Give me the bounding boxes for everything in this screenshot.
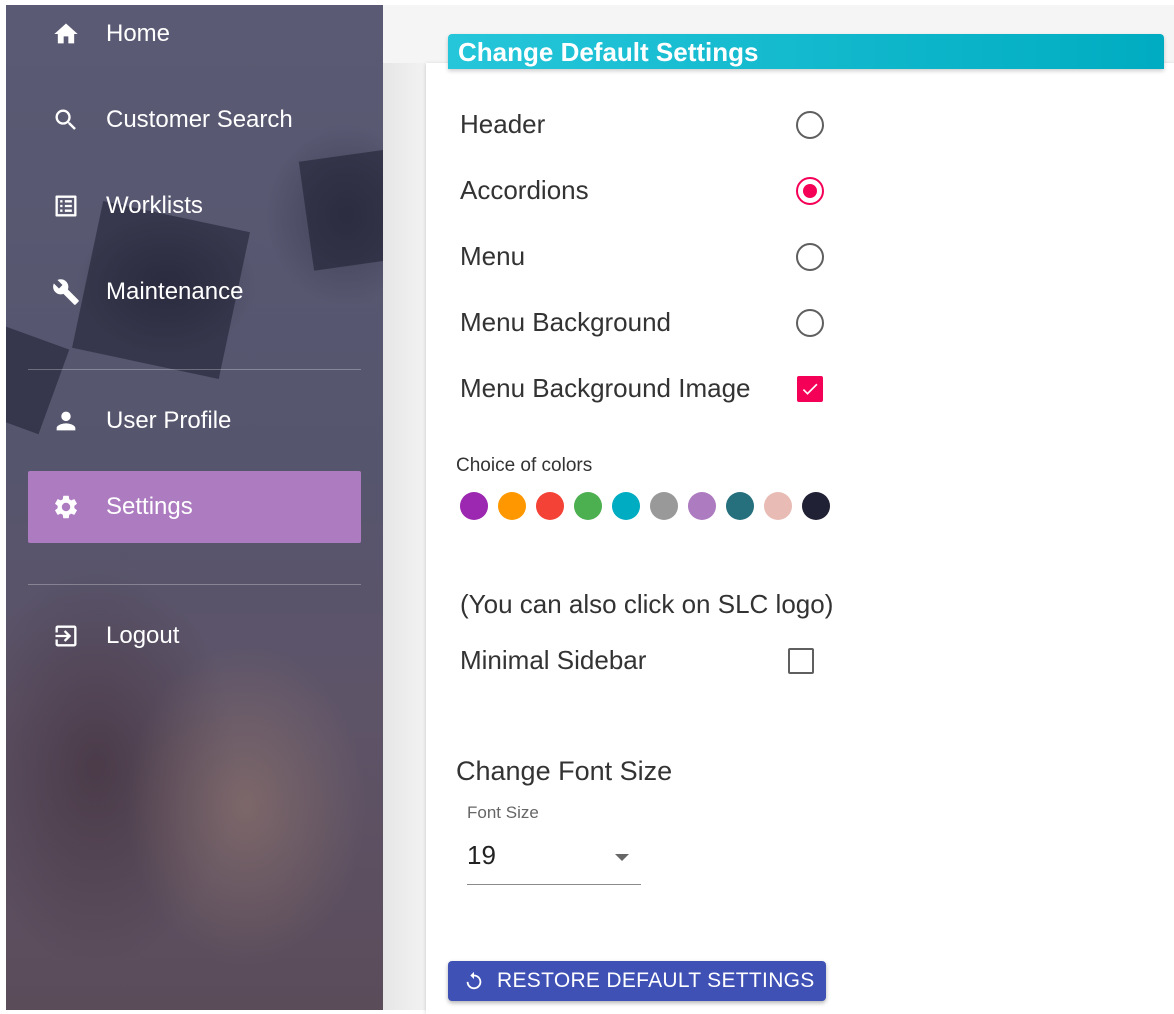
color-swatch[interactable] xyxy=(726,492,754,520)
list-icon xyxy=(28,192,104,220)
menu-background-image-checkbox[interactable] xyxy=(797,376,823,402)
sidebar: Home Customer Search Worklists Maintenan… xyxy=(6,5,383,1010)
home-icon xyxy=(28,20,104,48)
minimal-sidebar-label: Minimal Sidebar xyxy=(460,645,647,675)
option-label-menu-background: Menu Background xyxy=(460,307,672,337)
color-swatch[interactable] xyxy=(612,492,640,520)
minimal-sidebar-checkbox[interactable] xyxy=(788,648,814,674)
header-radio[interactable] xyxy=(796,111,824,139)
sidebar-item-label: Worklists xyxy=(106,192,203,219)
option-label-header: Header xyxy=(460,109,546,139)
sidebar-item-home[interactable]: Home xyxy=(28,5,361,70)
color-swatch[interactable] xyxy=(764,492,792,520)
check-icon xyxy=(802,383,818,395)
color-swatch[interactable] xyxy=(536,492,564,520)
search-icon xyxy=(28,106,104,134)
sidebar-item-settings[interactable]: Settings xyxy=(28,471,361,543)
main-gutter xyxy=(383,5,428,1010)
sidebar-item-logout[interactable]: Logout xyxy=(28,600,361,672)
font-size-section-title: Change Font Size xyxy=(456,756,673,786)
sidebar-item-label: Home xyxy=(106,20,171,47)
wrench-icon xyxy=(28,278,104,306)
color-swatches xyxy=(460,492,830,520)
menu-background-radio[interactable] xyxy=(796,309,824,337)
colors-label: Choice of colors xyxy=(456,455,593,476)
color-swatch[interactable] xyxy=(460,492,488,520)
dropdown-arrow-icon xyxy=(615,854,629,861)
sidebar-divider xyxy=(28,369,361,370)
sidebar-item-label: Maintenance xyxy=(106,278,244,305)
page-title: Change Default Settings xyxy=(458,37,759,67)
sidebar-item-label: User Profile xyxy=(106,407,232,434)
sidebar-item-label: Settings xyxy=(106,493,193,520)
restore-icon xyxy=(466,971,482,990)
settings-header: Change Default Settings xyxy=(448,34,1164,69)
color-swatch[interactable] xyxy=(688,492,716,520)
color-swatch[interactable] xyxy=(498,492,526,520)
restore-default-settings-button[interactable]: RESTORE DEFAULT SETTINGS xyxy=(448,961,826,1001)
sidebar-divider xyxy=(28,584,361,585)
sidebar-item-label: Logout xyxy=(106,622,180,649)
person-icon xyxy=(28,407,104,435)
option-label-menu: Menu xyxy=(460,241,526,271)
restore-button-label: RESTORE DEFAULT SETTINGS xyxy=(497,969,815,992)
logout-icon xyxy=(28,622,104,650)
font-size-select[interactable]: 19 xyxy=(467,836,641,885)
accordions-radio[interactable] xyxy=(796,177,824,205)
sidebar-item-user-profile[interactable]: User Profile xyxy=(28,385,361,457)
color-swatch[interactable] xyxy=(650,492,678,520)
sidebar-item-maintenance[interactable]: Maintenance xyxy=(28,256,361,328)
color-swatch[interactable] xyxy=(574,492,602,520)
gear-icon xyxy=(28,493,104,521)
font-size-field-label: Font Size xyxy=(467,803,539,822)
option-label-accordions: Accordions xyxy=(460,175,589,205)
option-label-menu-background-image: Menu Background Image xyxy=(460,373,751,403)
sidebar-item-customer-search[interactable]: Customer Search xyxy=(28,84,361,156)
menu-radio[interactable] xyxy=(796,243,824,271)
font-size-value: 19 xyxy=(467,840,496,870)
sidebar-item-worklists[interactable]: Worklists xyxy=(28,170,361,242)
color-swatch[interactable] xyxy=(802,492,830,520)
logo-note: (You can also click on SLC logo) xyxy=(460,589,834,619)
sidebar-item-label: Customer Search xyxy=(106,106,293,133)
